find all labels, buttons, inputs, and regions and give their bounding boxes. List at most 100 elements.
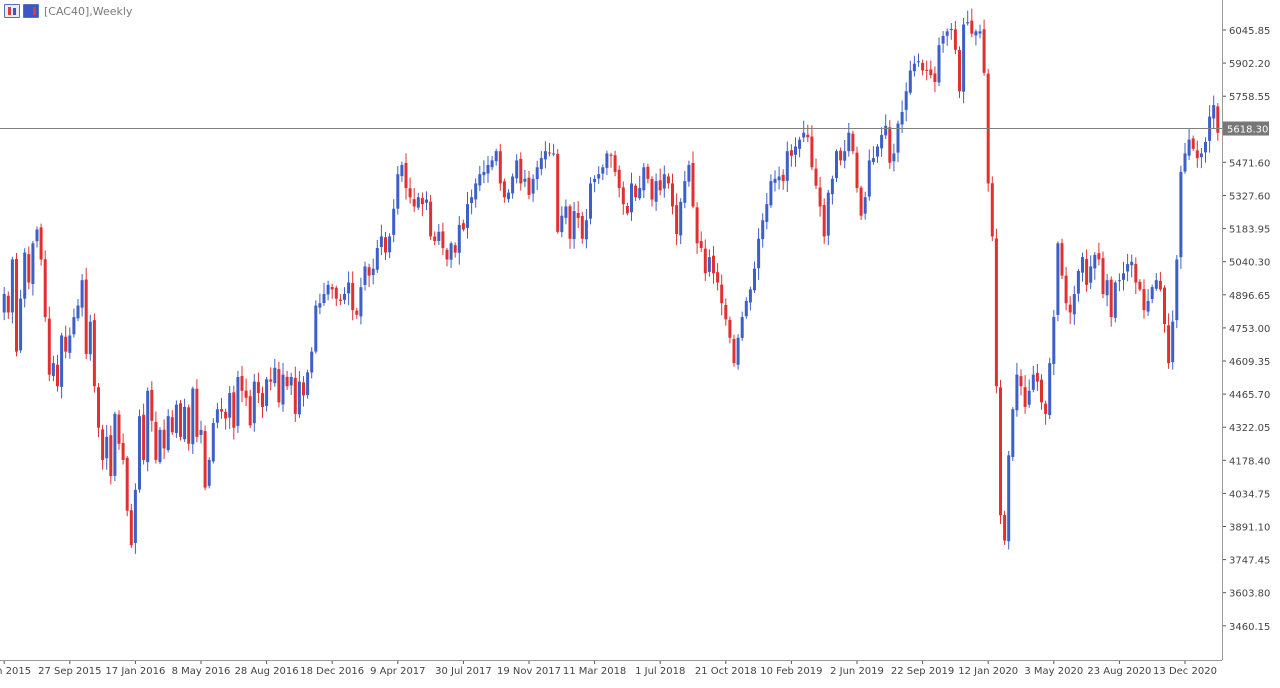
candle-body <box>211 423 215 462</box>
candle-body <box>691 163 695 207</box>
candle-body <box>843 151 847 161</box>
candle-body <box>609 154 613 156</box>
candle <box>859 185 863 220</box>
candle-body <box>974 31 978 36</box>
candle-body <box>1113 282 1117 318</box>
candle-body <box>490 160 494 168</box>
candle <box>236 370 240 433</box>
candle-body <box>261 393 264 407</box>
candle-body <box>306 372 310 396</box>
candle-body <box>822 205 826 237</box>
candle-body <box>72 317 76 335</box>
candle-body <box>158 429 162 463</box>
candle-body <box>724 305 728 320</box>
candle-body <box>146 390 150 463</box>
candle-body <box>179 403 182 437</box>
chart-properties-icon[interactable] <box>23 4 39 18</box>
candle-body <box>384 237 387 253</box>
candle-body <box>121 442 125 460</box>
candle-body <box>1179 171 1183 258</box>
candle-body <box>101 429 105 460</box>
candle-body <box>630 183 633 213</box>
candle-body <box>285 376 289 387</box>
candle-body <box>876 146 879 157</box>
candle-body <box>2 294 6 313</box>
candle <box>84 267 88 360</box>
candle-body <box>174 404 178 433</box>
candle-body <box>396 174 400 209</box>
x-tick-label: 13 Dec 2020 <box>1153 666 1217 677</box>
x-tick-label: 18 Dec 2016 <box>300 666 364 677</box>
candle-body <box>371 268 375 276</box>
candle-body <box>494 151 498 162</box>
candle-body <box>302 382 305 396</box>
candle-body <box>35 229 39 242</box>
candle <box>306 369 310 399</box>
candle-body <box>1044 403 1048 414</box>
candle-body <box>880 135 884 149</box>
candle-body <box>543 151 547 160</box>
candle-body <box>125 457 129 511</box>
candle-body <box>19 298 23 351</box>
y-tick-label: 6045.85 <box>1229 26 1270 37</box>
candle-body <box>224 411 228 419</box>
candle-body <box>781 174 785 182</box>
candle-body <box>1031 374 1035 390</box>
candle-body <box>1212 105 1216 119</box>
candle-body <box>830 178 834 195</box>
candle-body <box>958 50 961 92</box>
candle <box>1113 280 1117 323</box>
chart-title-bar: [CAC40],Weekly <box>4 3 132 19</box>
candle <box>19 289 23 353</box>
candle-body <box>129 510 133 546</box>
candle <box>855 146 859 193</box>
candle <box>23 248 27 308</box>
candle-body <box>1085 258 1089 285</box>
x-tick-label: 23 Aug 2020 <box>1087 666 1151 677</box>
candle <box>158 427 162 465</box>
candle-body <box>548 152 551 154</box>
candle-body <box>589 183 592 219</box>
y-tick-label: 4896.65 <box>1229 291 1270 302</box>
candlestick-chart-icon[interactable] <box>4 4 20 18</box>
candle-body <box>802 132 806 138</box>
candle-body <box>1146 300 1150 312</box>
candle-body <box>486 164 490 174</box>
candle-body <box>814 168 818 186</box>
candle-body <box>248 396 252 426</box>
candlestick-chart[interactable]: 6045.85 5902.20 5758.55 5471.60 5327.60 5183.… <box>0 0 1280 684</box>
candle-body <box>359 287 363 317</box>
candle <box>958 46 961 99</box>
candle <box>1056 241 1060 322</box>
candle-body <box>687 164 691 182</box>
candle-body <box>1093 254 1097 269</box>
candle-body <box>1167 325 1171 364</box>
candle-body <box>679 201 683 236</box>
candle-body <box>56 364 59 387</box>
x-tick-label: 22 Sep 2019 <box>891 666 954 677</box>
candle-body <box>1187 139 1191 156</box>
candle <box>994 228 998 394</box>
candle-body <box>535 167 539 180</box>
candle-body <box>51 363 55 376</box>
candle-body <box>646 166 650 179</box>
current-price-label: 5618.30 <box>1227 125 1268 136</box>
candle-body <box>712 255 715 274</box>
candle-body <box>675 205 679 235</box>
candle-body <box>1175 259 1179 321</box>
candle-body <box>515 160 519 179</box>
candle-body <box>867 160 871 197</box>
candle-body <box>408 188 412 198</box>
candle-body <box>826 192 830 236</box>
candle-body <box>416 197 420 208</box>
candle-body <box>511 176 515 194</box>
candle-body <box>945 31 949 36</box>
candle-body <box>150 389 154 421</box>
candle-body <box>228 393 232 418</box>
candle <box>146 387 150 472</box>
candle-body <box>133 489 137 543</box>
candle-body <box>917 61 920 63</box>
candle <box>113 411 117 482</box>
candle-body <box>215 409 219 423</box>
candle-body <box>1109 279 1113 318</box>
